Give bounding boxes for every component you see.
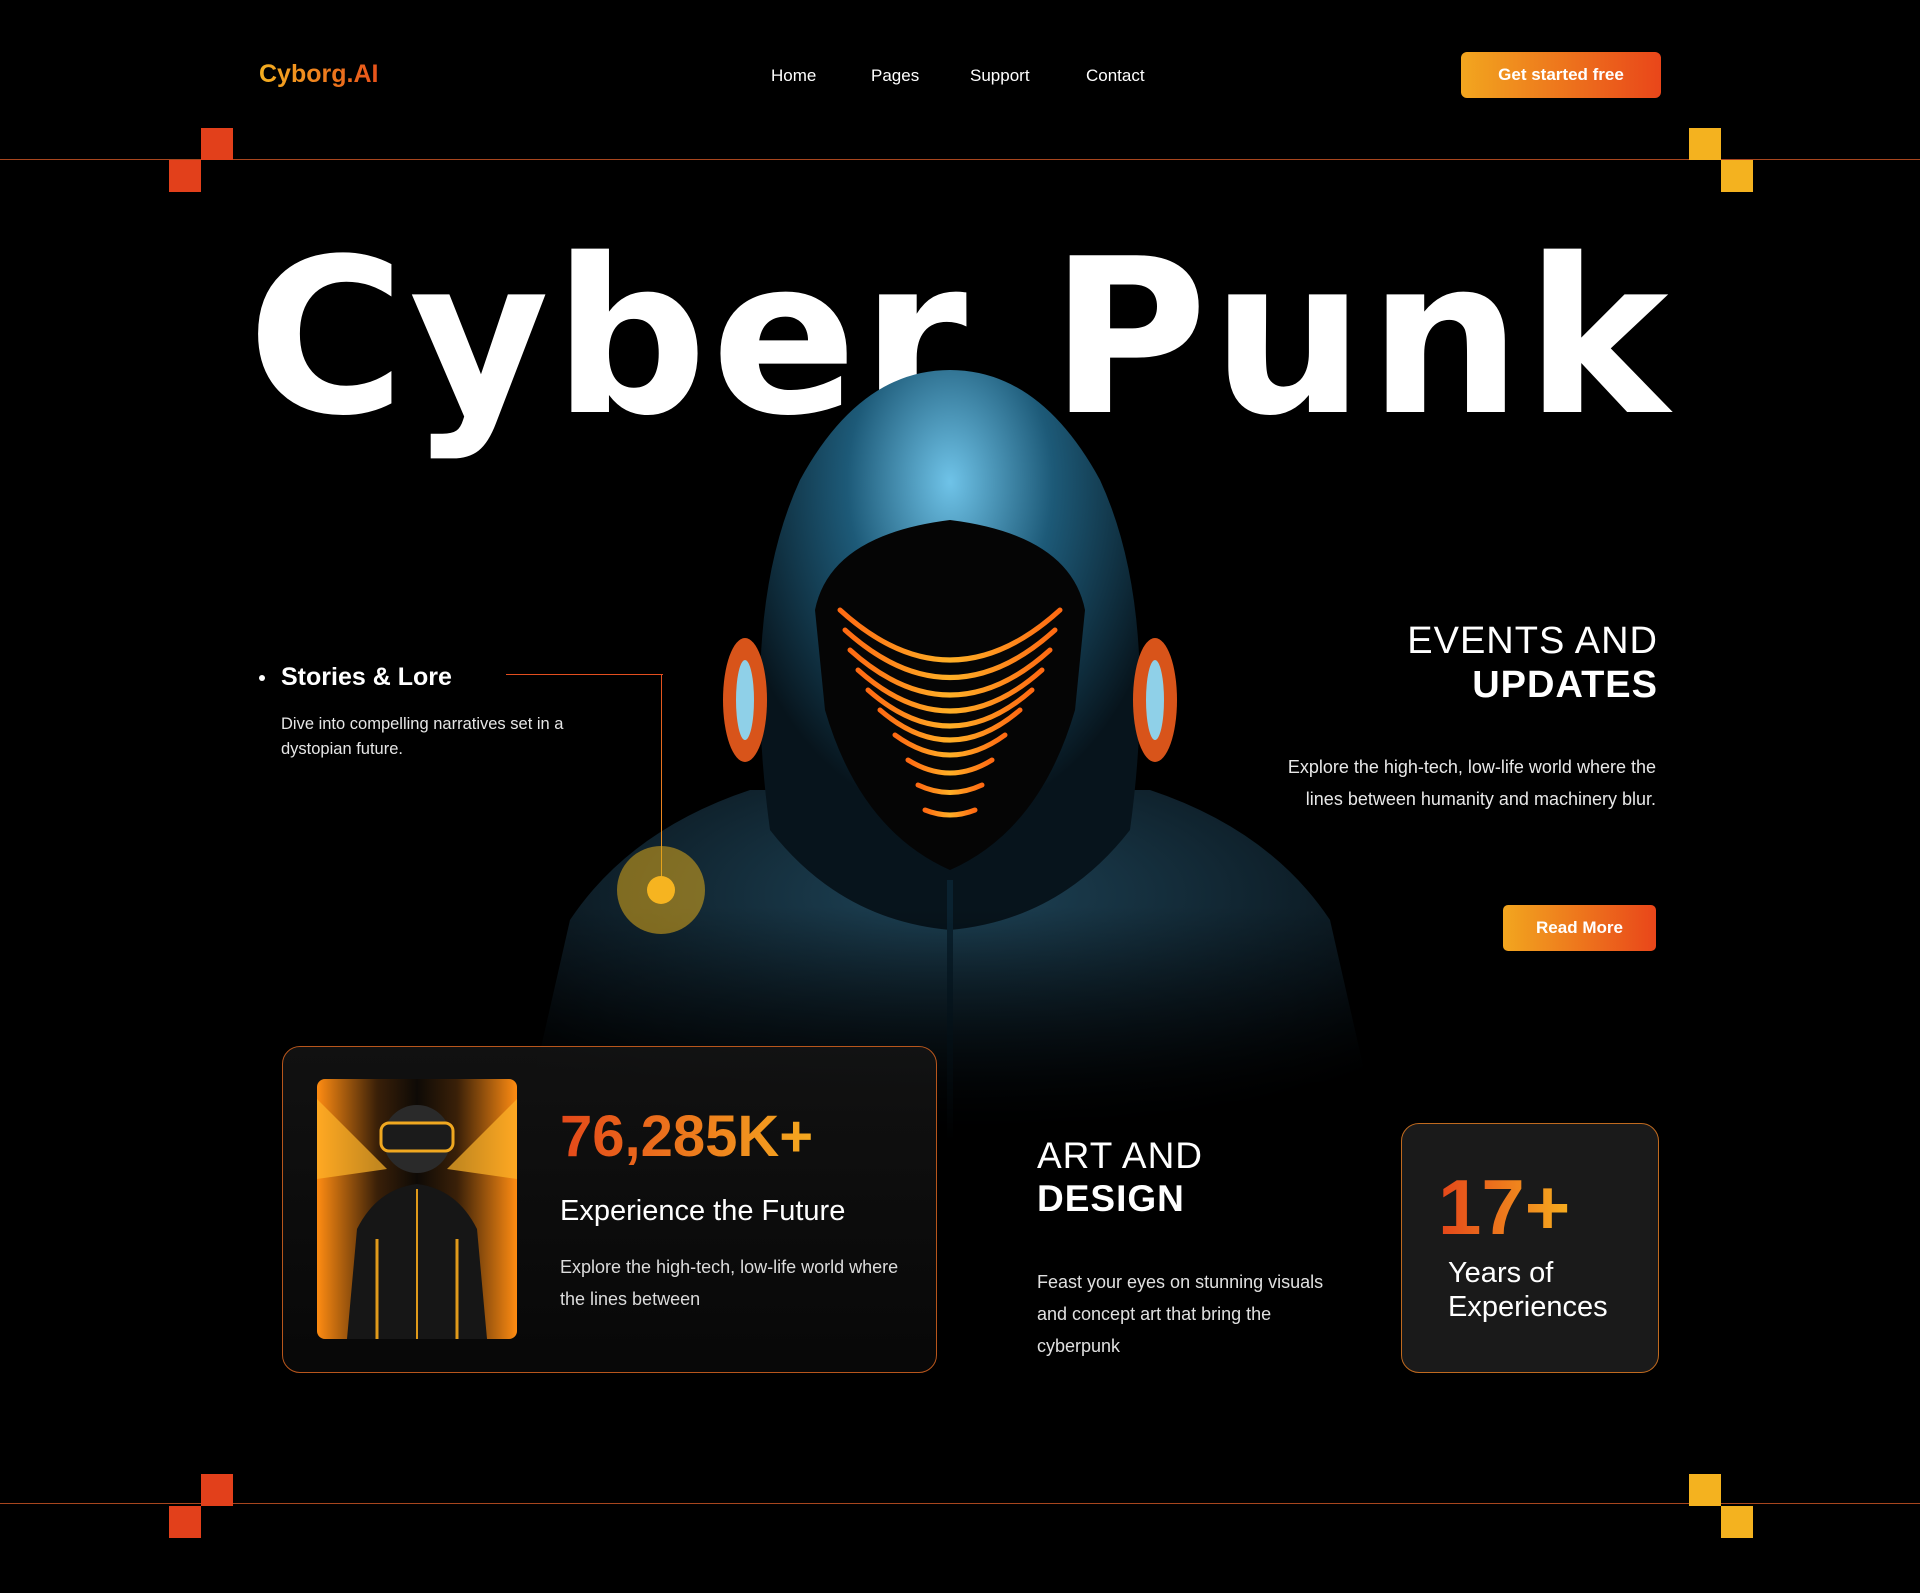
stories-bullet: [259, 675, 265, 681]
pixel-decor: [201, 1474, 233, 1506]
hotspot-dot: [647, 876, 675, 904]
stories-description: Dive into compelling narratives set in a…: [281, 715, 564, 758]
get-started-button[interactable]: Get started free: [1461, 52, 1661, 98]
art-description: Feast your eyes on stunning visuals and …: [1037, 1272, 1324, 1356]
pixel-decor: [201, 128, 233, 160]
pixel-decor: [1689, 128, 1721, 160]
years-value: 17+: [1438, 1163, 1571, 1251]
connector-line: [506, 674, 663, 675]
nav-support[interactable]: Support: [970, 66, 1030, 86]
logo[interactable]: Cyborg.AI: [259, 60, 378, 89]
hotspot-marker[interactable]: [617, 846, 705, 934]
nav-home[interactable]: Home: [771, 66, 816, 86]
pixel-decor: [1689, 1474, 1721, 1506]
years-card: 17+ Years of Experiences: [1401, 1123, 1659, 1373]
pixel-decor: [169, 160, 201, 192]
stat-title: Experience the Future: [560, 1195, 846, 1227]
stat-card: 76,285K+ Experience the Future Explore t…: [282, 1046, 937, 1373]
nav-pages[interactable]: Pages: [871, 66, 919, 86]
events-description: Explore the high-tech, low-life world wh…: [1287, 757, 1656, 809]
bottom-divider: [0, 1503, 1920, 1504]
vr-cyborg-image: [317, 1079, 517, 1339]
read-more-button[interactable]: Read More: [1503, 905, 1656, 951]
events-title-line2: UPDATES: [1472, 664, 1658, 706]
stories-title[interactable]: Stories & Lore: [281, 663, 452, 692]
stat-description: Explore the high-tech, low-life world wh…: [560, 1257, 899, 1309]
events-title-line1: EVENTS AND: [1407, 620, 1658, 662]
years-label: Years of Experiences: [1448, 1257, 1608, 1323]
art-title-line1: ART AND: [1037, 1135, 1204, 1176]
top-divider: [0, 159, 1920, 160]
hooded-cyborg-illustration: [500, 360, 1400, 1140]
stat-value: 76,285K+: [560, 1104, 814, 1169]
art-title-line2: DESIGN: [1037, 1178, 1185, 1219]
nav-contact[interactable]: Contact: [1086, 66, 1145, 86]
pixel-decor: [1721, 160, 1753, 192]
pixel-decor: [169, 1506, 201, 1538]
pixel-decor: [1721, 1506, 1753, 1538]
